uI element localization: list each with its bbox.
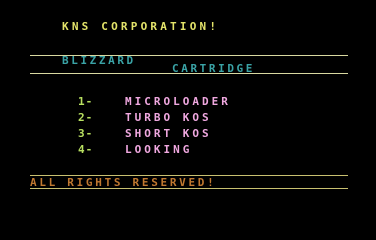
screen-title: KNS CORPORATION! xyxy=(62,20,220,33)
menu-item-number: 3- xyxy=(78,127,94,140)
banner-line-1: BLIZZARD xyxy=(62,54,136,67)
menu-item-number: 4- xyxy=(78,143,94,156)
menu-item-label: MICROLOADER xyxy=(125,95,231,108)
footer-bottom-rule xyxy=(30,188,348,189)
banner-bottom-rule xyxy=(30,73,348,74)
menu-item-number: 1- xyxy=(78,95,94,108)
loader-screen: KNS CORPORATION! BLIZZARD CARTRIDGE 1- M… xyxy=(0,0,376,240)
menu-item-label: TURBO KOS xyxy=(125,111,212,124)
menu-item-label: LOOKING xyxy=(125,143,193,156)
copyright-footer: ALL RIGHTS RESERVED! xyxy=(30,176,217,189)
menu-item-number: 2- xyxy=(78,111,94,124)
menu-item-label: SHORT KOS xyxy=(125,127,212,140)
